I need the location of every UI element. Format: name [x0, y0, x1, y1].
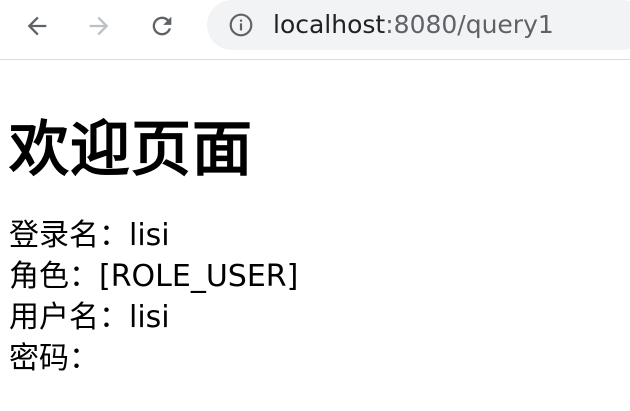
- address-bar[interactable]: localhost:8080/query1: [207, 0, 630, 50]
- role-label: 角色：: [9, 259, 99, 294]
- username-value: lisi: [129, 300, 170, 335]
- forward-button[interactable]: [79, 6, 119, 46]
- user-info-list: 登录名：lisi 角色：[ROLE_USER] 用户名：lisi 密码：: [9, 215, 621, 379]
- browser-toolbar: localhost:8080/query1: [0, 0, 630, 60]
- forward-arrow-icon: [89, 16, 109, 36]
- url-host: localhost: [273, 10, 386, 39]
- reload-icon: [152, 16, 172, 36]
- password-label: 密码：: [9, 341, 99, 376]
- login-name-value: lisi: [129, 218, 170, 253]
- password-line: 密码：: [9, 338, 621, 379]
- username-line: 用户名：lisi: [9, 297, 621, 338]
- page-content: 欢迎页面 登录名：lisi 角色：[ROLE_USER] 用户名：lisi 密码…: [0, 60, 630, 379]
- site-info-icon[interactable]: [227, 11, 255, 39]
- back-arrow-icon: [27, 16, 47, 36]
- login-name-label: 登录名：: [9, 218, 129, 253]
- username-label: 用户名：: [9, 300, 129, 335]
- url-text[interactable]: localhost:8080/query1: [273, 9, 554, 41]
- url-path: :8080/query1: [385, 10, 554, 39]
- back-button[interactable]: [17, 6, 57, 46]
- reload-button[interactable]: [142, 6, 182, 46]
- role-line: 角色：[ROLE_USER]: [9, 256, 621, 297]
- page-title: 欢迎页面: [9, 115, 253, 185]
- login-name-line: 登录名：lisi: [9, 215, 621, 256]
- role-value: [ROLE_USER]: [99, 259, 299, 294]
